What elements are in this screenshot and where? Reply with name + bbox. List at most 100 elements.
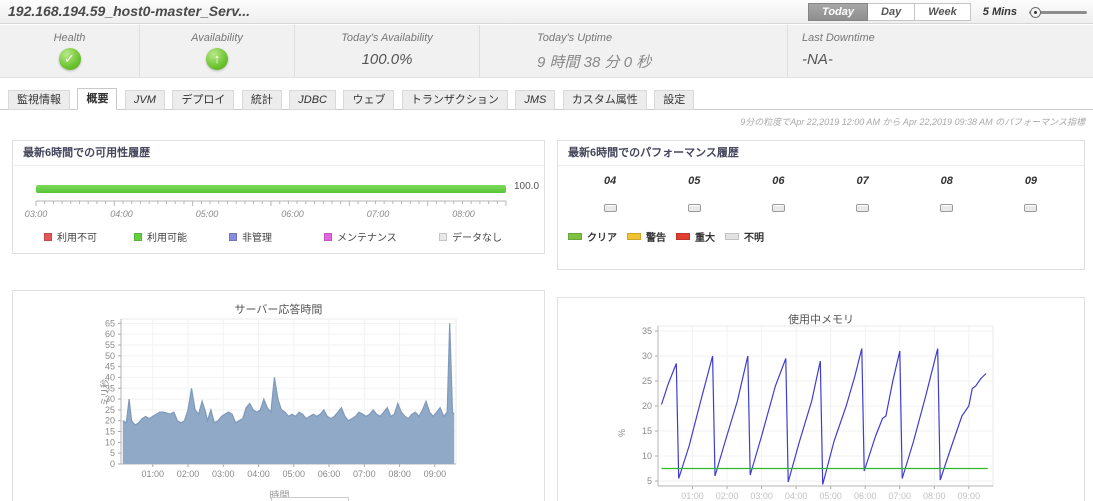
- svg-text:03:00: 03:00: [750, 491, 773, 501]
- performance-hour-label: 04: [603, 175, 617, 187]
- performance-hour-cell: [736, 199, 820, 217]
- legend-swatch-icon: [439, 232, 447, 241]
- tab-deploy[interactable]: デプロイ: [172, 90, 235, 110]
- svg-text:05:00: 05:00: [819, 491, 842, 501]
- legend-item: 利用不可: [44, 229, 134, 244]
- memory-used-chart: 01:00 02:00 03:00 04:00 05:00 06:00 07:00 08:00…: [642, 325, 994, 501]
- slider-handle[interactable]: [1030, 6, 1041, 18]
- svg-text:08:00: 08:00: [388, 469, 411, 479]
- svg-text:01:00: 01:00: [681, 491, 704, 501]
- availability-legend: 利用不可 利用可能 非管理 メンテナンス データなし: [44, 229, 502, 244]
- hour-status-icon[interactable]: [687, 204, 701, 212]
- tab-statistics[interactable]: 統計: [241, 90, 282, 110]
- today-availability-label: Today's Availability: [341, 32, 433, 44]
- svg-text:60: 60: [105, 329, 115, 339]
- legend-swatch-icon: [725, 233, 739, 240]
- performance-hour-label: 07: [856, 175, 869, 187]
- refresh-interval-slider[interactable]: [1029, 6, 1087, 18]
- legend-item: 重大: [676, 229, 715, 244]
- health-label: Health: [53, 32, 86, 44]
- svg-text:09:00: 09:00: [958, 491, 981, 501]
- availability-label: Availability: [191, 32, 243, 44]
- legend-label: 警告: [646, 233, 666, 244]
- status-last-downtime: Last Downtime -NA-: [788, 25, 1093, 77]
- legend-swatch-icon: [134, 232, 142, 241]
- tab-jms[interactable]: JMS: [515, 90, 556, 110]
- availability-bar[interactable]: [36, 185, 506, 193]
- svg-text:10: 10: [105, 437, 115, 447]
- period-button-day[interactable]: Day: [868, 3, 916, 21]
- performance-history-panel: 最新6時間でのパフォーマンス履歴 04 05 06 07 08 09 クリア 警告 重大 不明: [557, 140, 1085, 270]
- hour-status-icon[interactable]: [603, 204, 617, 212]
- tab-monitor-info[interactable]: 監視情報: [8, 90, 70, 110]
- legend-swatch-icon: [324, 232, 332, 241]
- svg-text:04:00: 04:00: [110, 209, 133, 219]
- last-downtime-value: -NA-: [802, 51, 833, 68]
- performance-history-title: 最新6時間でのパフォーマンス履歴: [558, 141, 1084, 166]
- svg-text:20: 20: [105, 416, 115, 426]
- tab-transaction[interactable]: トランザクション: [401, 90, 508, 110]
- legend-label: クリア: [587, 233, 617, 244]
- svg-text:15: 15: [642, 426, 652, 436]
- period-button-today[interactable]: Today: [808, 3, 869, 21]
- period-button-week[interactable]: Week: [915, 3, 971, 21]
- hour-status-icon[interactable]: [771, 204, 785, 212]
- svg-text:06:00: 06:00: [318, 469, 341, 479]
- svg-text:10: 10: [642, 451, 652, 461]
- tab-bar: 監視情報 概要 JVM デプロイ 統計 JDBC ウェブ トランザクション JM…: [0, 88, 1093, 110]
- svg-text:07:00: 07:00: [888, 491, 911, 501]
- period-controls: Today Day Week 5 Mins: [808, 3, 1087, 21]
- status-health: Health ✓: [0, 25, 140, 77]
- svg-text:35: 35: [105, 383, 115, 393]
- uptime-value: 9 時間 38 分 0 秒: [537, 54, 652, 71]
- svg-text:65: 65: [105, 318, 115, 328]
- performance-hour-cell: [821, 199, 905, 217]
- svg-text:08:00: 08:00: [923, 491, 946, 501]
- svg-text:06:00: 06:00: [281, 209, 304, 219]
- response-time-legend-box: [271, 497, 349, 501]
- refresh-interval-label: 5 Mins: [982, 6, 1017, 18]
- legend-item: 不明: [725, 229, 764, 244]
- tab-overview[interactable]: 概要: [77, 88, 118, 110]
- svg-text:02:00: 02:00: [177, 469, 200, 479]
- status-today-availability: Today's Availability 100.0%: [295, 25, 480, 77]
- legend-item: クリア: [568, 229, 617, 244]
- legend-item: 非管理: [229, 229, 324, 244]
- performance-legend: クリア 警告 重大 不明: [568, 229, 774, 244]
- legend-item: データなし: [439, 229, 502, 244]
- tab-custom-attributes[interactable]: カスタム属性: [562, 90, 647, 110]
- legend-swatch-icon: [44, 232, 52, 241]
- legend-label: 不明: [744, 233, 764, 244]
- hour-status-icon[interactable]: [1024, 204, 1038, 212]
- legend-swatch-icon: [676, 233, 690, 240]
- tab-web[interactable]: ウェブ: [343, 90, 395, 110]
- monitor-title: 192.168.194.59_host0-master_Serv...: [8, 3, 251, 19]
- hour-status-icon[interactable]: [856, 204, 870, 212]
- tab-jvm[interactable]: JVM: [124, 90, 165, 110]
- response-time-chart: 01:00 02:00 03:00 04:00 05:00 06:00 07:00 08:00…: [105, 318, 457, 479]
- period-button-group: Today Day Week: [808, 3, 971, 21]
- availability-axis: 03:00 04:00 05:00 06:00 07:00 08:00: [25, 200, 507, 219]
- performance-hour-label: 09: [1024, 175, 1038, 187]
- availability-history-title: 最新6時間での可用性履歴: [13, 141, 544, 166]
- today-availability-value: 100.0%: [361, 51, 413, 68]
- svg-text:25: 25: [105, 405, 115, 415]
- svg-text:55: 55: [105, 340, 115, 350]
- svg-text:01:00: 01:00: [141, 469, 164, 479]
- performance-hour-cell: [652, 199, 736, 217]
- performance-hour-cell: [905, 199, 989, 217]
- svg-text:50: 50: [105, 351, 115, 361]
- svg-text:05:00: 05:00: [283, 469, 306, 479]
- status-availability: Availability ↑: [140, 25, 295, 77]
- svg-text:0: 0: [110, 459, 115, 469]
- svg-text:30: 30: [642, 351, 652, 361]
- legend-swatch-icon: [568, 233, 582, 240]
- performance-hour-status-icons: [568, 199, 1073, 217]
- availability-history-panel: 最新6時間での可用性履歴 100.0 03:00 04:00 05:00 06:00 0…: [12, 140, 545, 254]
- hour-status-icon[interactable]: [940, 204, 954, 212]
- legend-label: 利用不可: [57, 233, 97, 244]
- tab-jdbc[interactable]: JDBC: [289, 90, 336, 110]
- svg-text:03:00: 03:00: [25, 209, 48, 219]
- tab-settings[interactable]: 設定: [654, 90, 695, 110]
- availability-up-icon: ↑: [206, 48, 228, 70]
